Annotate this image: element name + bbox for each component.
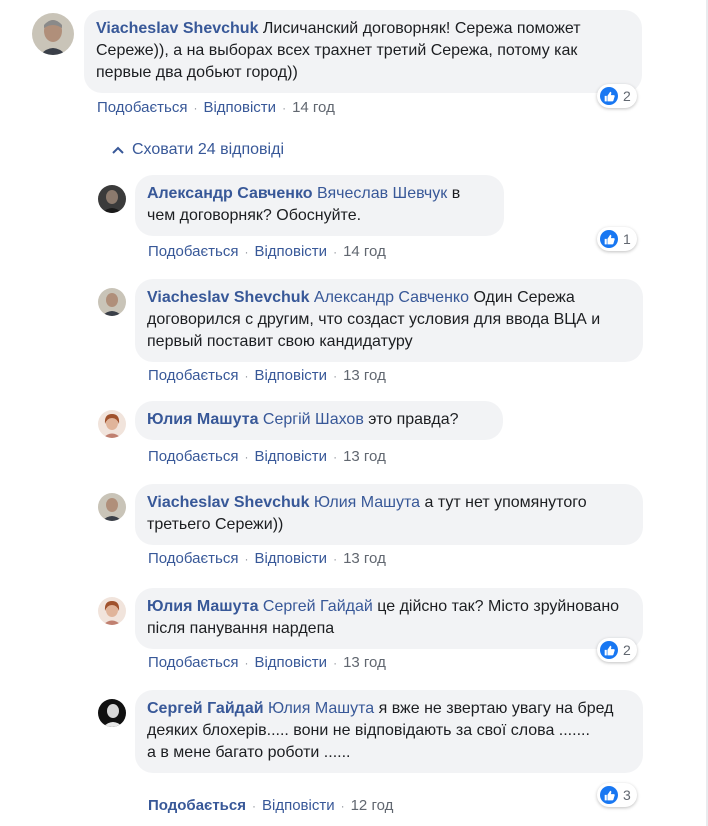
comment-author[interactable]: Viacheslav Shevchuk [147, 289, 309, 306]
comment-time[interactable]: 14 год [343, 243, 386, 260]
comment-actions: Подобається · Відповісти · 14 год [148, 243, 386, 261]
separator: · [251, 799, 256, 813]
thumbs-up-icon [600, 230, 618, 248]
like-button[interactable]: Подобається [148, 654, 238, 671]
avatar[interactable] [98, 288, 126, 316]
comment-bubble: Viacheslav Shevchuk Лисичанский договорн… [84, 10, 642, 93]
reply-button[interactable]: Відповісти [254, 654, 327, 671]
comment-author[interactable]: Viacheslav Shevchuk [96, 20, 258, 37]
like-button[interactable]: Подобається [148, 448, 238, 465]
hide-replies-button[interactable]: Сховати 24 відповіді [112, 141, 284, 159]
chevron-up-icon [112, 141, 124, 159]
reply-button[interactable]: Відповісти [262, 797, 335, 814]
comment-actions: Подобається · Відповісти · 12 год [148, 797, 393, 815]
separator: · [244, 450, 249, 464]
comment-actions: Подобається · Відповісти · 13 год [148, 550, 386, 568]
comment-actions: Подобається · Відповісти · 13 год [148, 367, 386, 385]
separator: · [333, 552, 338, 566]
thumbs-up-icon [600, 786, 618, 804]
reply-button[interactable]: Відповісти [254, 243, 327, 260]
comment-author[interactable]: Юлия Машута [147, 598, 258, 615]
comment-mention[interactable]: Александр Савченко [314, 289, 469, 306]
comment-mention[interactable]: Юлия Машута [268, 700, 374, 717]
comment-bubble: Viacheslav Shevchuk Александр Савченко О… [135, 279, 643, 362]
comment-bubble: Сергей Гайдай Юлия Машута я вже не зверт… [135, 690, 643, 773]
separator: · [244, 552, 249, 566]
comment-bubble: Юлия Машута Сергій Шахов это правда? [135, 401, 503, 440]
separator: · [333, 245, 338, 259]
comment-bubble: Александр Савченко Вячеслав Шевчук в чем… [135, 175, 504, 236]
comment-bubble: Viacheslav Shevchuk Юлия Машута а тут не… [135, 484, 643, 545]
reaction-count[interactable]: 2 [597, 638, 637, 662]
like-button[interactable]: Подобається [148, 243, 238, 260]
comment-text: а в мене багато роботи ...... [147, 744, 351, 761]
comment-bubble: Юлия Машута Сергей Гайдай це дійсно так?… [135, 588, 643, 649]
avatar[interactable] [98, 410, 126, 438]
separator: · [282, 101, 287, 115]
comment-actions: Подобається · Відповісти · 13 год [148, 654, 386, 672]
comment-time[interactable]: 12 год [351, 797, 394, 814]
comment-mention[interactable]: Юлия Машута [314, 494, 420, 511]
thumbs-up-icon [600, 641, 618, 659]
comment-text: это правда? [368, 411, 459, 428]
separator: · [244, 245, 249, 259]
reaction-number: 2 [623, 642, 631, 658]
reaction-count[interactable]: 1 [597, 227, 637, 251]
separator: · [244, 369, 249, 383]
separator: · [333, 450, 338, 464]
separator: · [193, 101, 198, 115]
reaction-number: 3 [623, 787, 631, 803]
avatar[interactable] [98, 493, 126, 521]
separator: · [333, 369, 338, 383]
comment-time[interactable]: 14 год [292, 99, 335, 116]
avatar[interactable] [98, 699, 126, 727]
reaction-count[interactable]: 2 [597, 84, 637, 108]
comment-author[interactable]: Viacheslav Shevchuk [147, 494, 309, 511]
like-button[interactable]: Подобається [97, 99, 187, 116]
thumbs-up-icon [600, 87, 618, 105]
comment-time[interactable]: 13 год [343, 448, 386, 465]
comment-mention[interactable]: Сергей Гайдай [263, 598, 373, 615]
avatar[interactable] [98, 597, 126, 625]
reaction-count[interactable]: 3 [597, 783, 637, 807]
reaction-number: 2 [623, 88, 631, 104]
reply-button[interactable]: Відповісти [254, 367, 327, 384]
comment-actions: Подобається · Відповісти · 14 год [97, 99, 335, 117]
hide-replies-label: Сховати 24 відповіді [132, 141, 284, 158]
comment-time[interactable]: 13 год [343, 367, 386, 384]
like-button[interactable]: Подобається [148, 550, 238, 567]
comment-author[interactable]: Сергей Гайдай [147, 700, 264, 717]
comment-mention[interactable]: Вячеслав Шевчук [317, 185, 447, 202]
comment-author[interactable]: Александр Савченко [147, 185, 313, 202]
avatar[interactable] [32, 13, 74, 55]
reaction-number: 1 [623, 231, 631, 247]
separator: · [333, 656, 338, 670]
like-button[interactable]: Подобається [148, 797, 246, 814]
separator: · [340, 799, 345, 813]
reply-button[interactable]: Відповісти [254, 448, 327, 465]
comment-author[interactable]: Юлия Машута [147, 411, 258, 428]
reply-button[interactable]: Відповісти [203, 99, 276, 116]
comment-time[interactable]: 13 год [343, 550, 386, 567]
reply-button[interactable]: Відповісти [254, 550, 327, 567]
separator: · [244, 656, 249, 670]
comment-time[interactable]: 13 год [343, 654, 386, 671]
like-button[interactable]: Подобається [148, 367, 238, 384]
comment-actions: Подобається · Відповісти · 13 год [148, 448, 386, 466]
comment-mention[interactable]: Сергій Шахов [263, 411, 364, 428]
avatar[interactable] [98, 185, 126, 213]
